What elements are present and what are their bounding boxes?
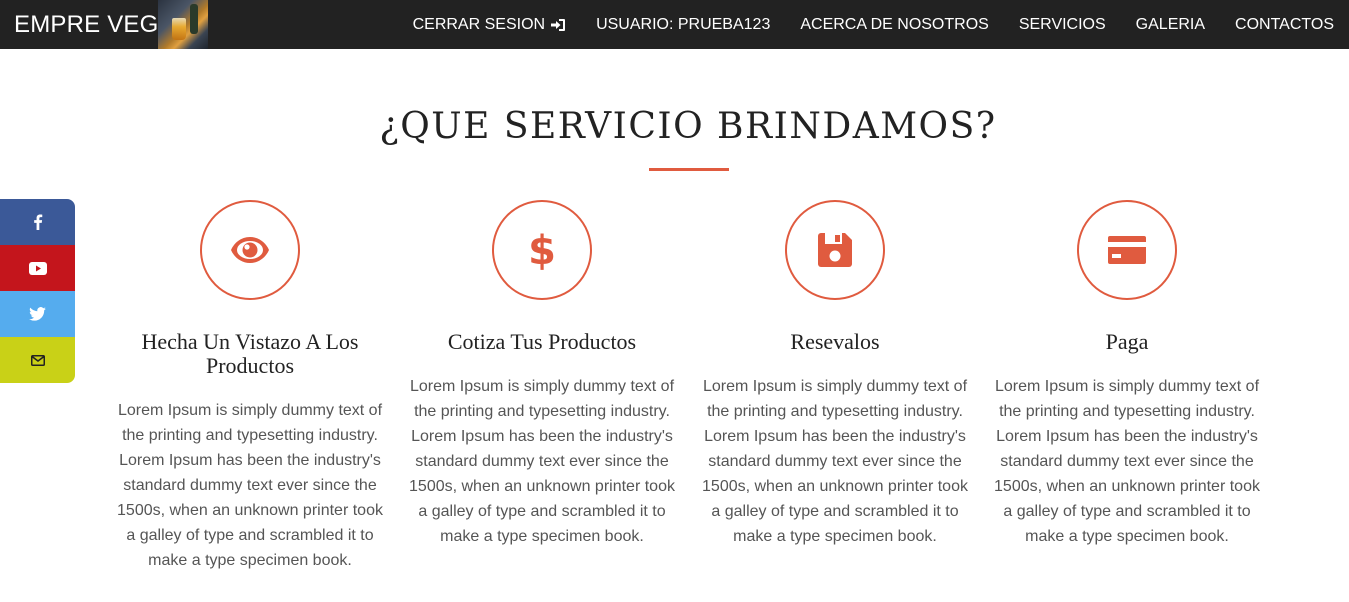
nav-links: CERRAR SESION USUARIO: PRUEBA123 ACERCA …	[398, 0, 1349, 49]
bottle-shape	[190, 4, 198, 34]
beer-glass-shape	[172, 18, 186, 40]
social-sidebar	[0, 199, 75, 383]
nav-user-link[interactable]: USUARIO: PRUEBA123	[581, 0, 785, 49]
service-icon-circle: $	[492, 200, 592, 300]
nav-services-link[interactable]: SERVICIOS	[1004, 0, 1121, 49]
credit-card-icon	[1108, 236, 1146, 264]
service-title: Hecha Un Vistazo A Los Productos	[141, 329, 359, 378]
nav-logout-link[interactable]: CERRAR SESION	[398, 0, 581, 49]
service-icon-circle	[1077, 200, 1177, 300]
section-title: ¿QUE SERVICIO BRINDAMOS?	[379, 106, 997, 147]
youtube-icon	[28, 261, 47, 275]
top-navbar: EMPRE VEG CERRAR SESION USUARIO: PRUEBA1…	[0, 0, 1349, 49]
service-icon-circle	[785, 200, 885, 300]
envelope-icon	[30, 354, 45, 366]
social-email-button[interactable]	[0, 337, 75, 383]
service-title: Paga	[1105, 329, 1149, 354]
social-twitter-button[interactable]	[0, 291, 75, 337]
service-description: Lorem Ipsum is simply dummy text of the …	[994, 378, 1260, 545]
service-card-reserve: Resevalos Lorem Ipsum is simply dummy te…	[701, 200, 969, 549]
dollar-icon: $	[529, 230, 555, 270]
nav-logout-label: CERRAR SESION	[412, 15, 546, 33]
social-youtube-button[interactable]	[0, 245, 75, 291]
brand-name[interactable]: EMPRE VEG	[14, 0, 159, 49]
title-divider	[649, 168, 729, 171]
eye-icon	[231, 237, 269, 263]
brand-logo[interactable]	[158, 0, 208, 49]
service-description: Lorem Ipsum is simply dummy text of the …	[409, 378, 675, 545]
service-title: Cotiza Tus Productos	[447, 329, 637, 354]
nav-about-link[interactable]: ACERCA DE NOSOTROS	[785, 0, 1003, 49]
service-card-quote: $ Cotiza Tus Productos Lorem Ipsum is si…	[408, 200, 676, 549]
nav-gallery-link[interactable]: GALERIA	[1121, 0, 1220, 49]
nav-contacts-link[interactable]: CONTACTOS	[1220, 0, 1349, 49]
service-card-browse: Hecha Un Vistazo A Los Productos Lorem I…	[116, 200, 384, 573]
service-description: Lorem Ipsum is simply dummy text of the …	[702, 378, 968, 545]
service-description: Lorem Ipsum is simply dummy text of the …	[117, 402, 383, 569]
floppy-disk-icon	[818, 233, 852, 267]
service-icon-circle	[200, 200, 300, 300]
service-title: Resevalos	[790, 329, 880, 354]
social-facebook-button[interactable]	[0, 199, 75, 245]
facebook-icon	[33, 214, 42, 230]
twitter-icon	[29, 307, 46, 321]
service-card-pay: Paga Lorem Ipsum is simply dummy text of…	[993, 200, 1261, 549]
svg-text:$: $	[529, 230, 555, 270]
sign-in-icon	[551, 18, 566, 31]
